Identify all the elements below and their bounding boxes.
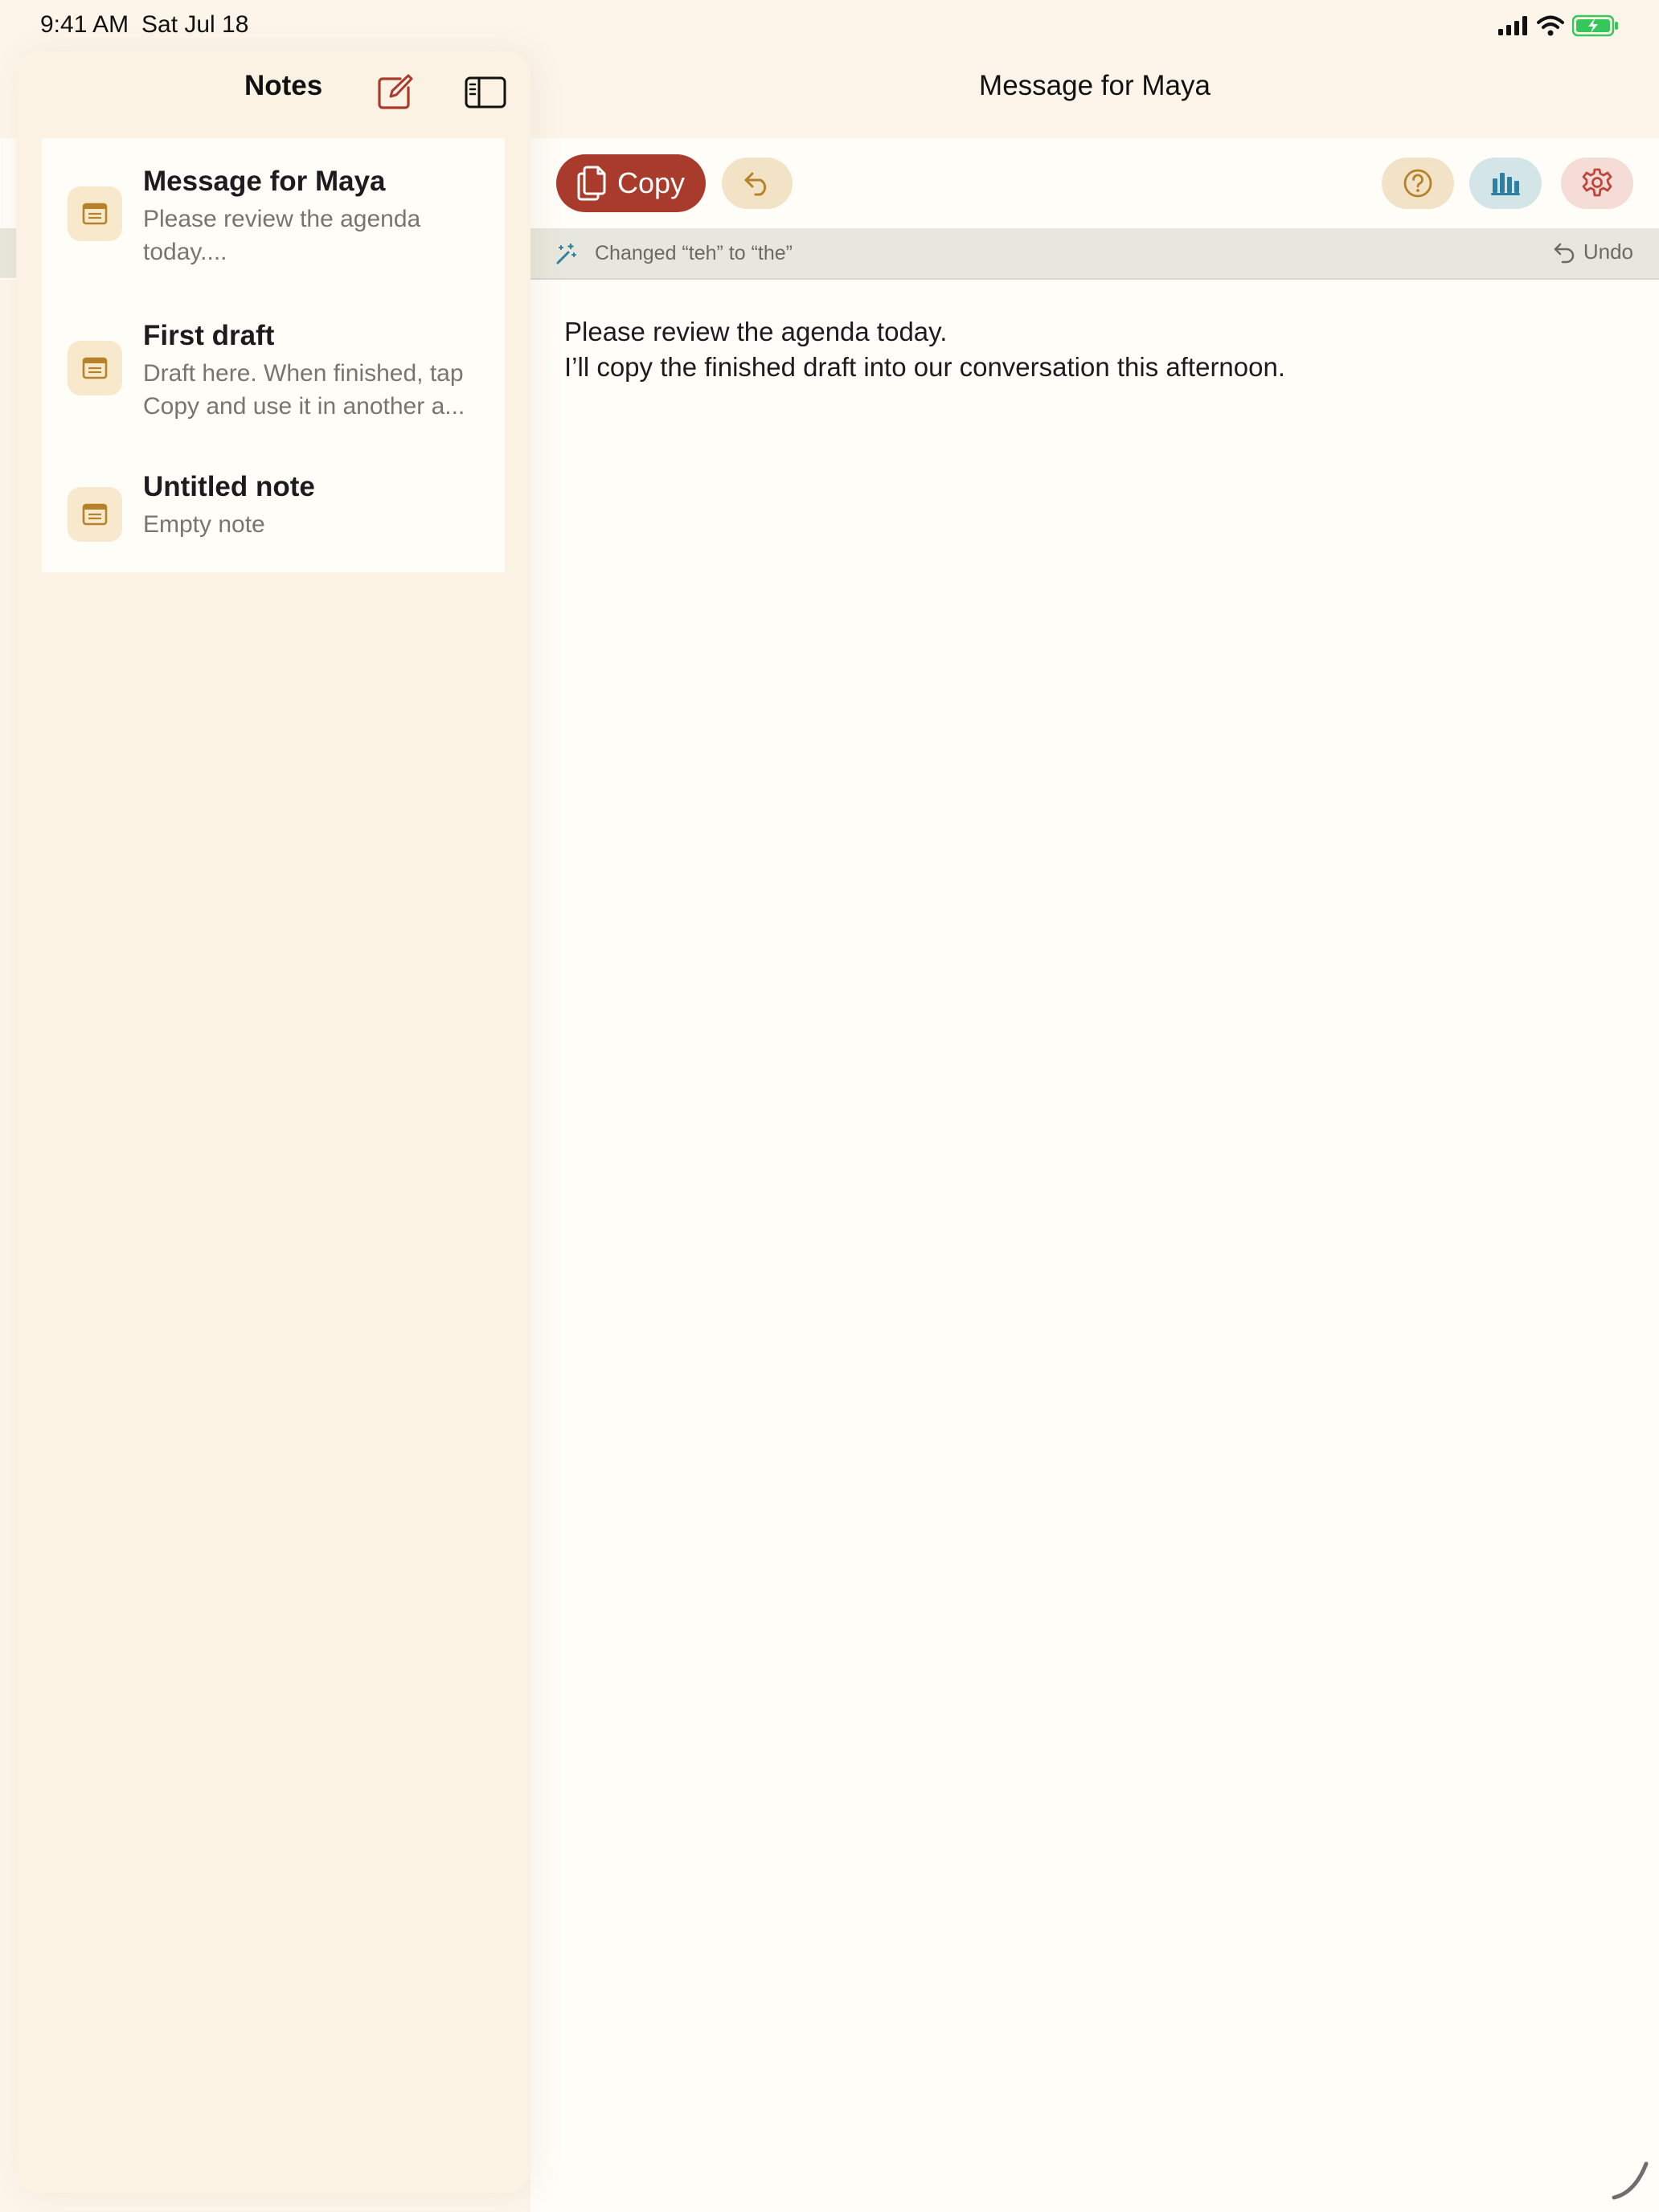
sidebar-title: Notes: [244, 70, 323, 101]
undo-button[interactable]: [722, 158, 793, 209]
note-list: Message for Maya Please review the agend…: [42, 138, 505, 572]
note-title: Message for Maya: [143, 166, 386, 197]
note-editor[interactable]: Please review the agenda today. I’ll cop…: [530, 280, 1659, 2212]
detail-header: Message for Maya: [530, 51, 1659, 138]
status-icons: [1498, 14, 1619, 37]
settings-button[interactable]: [1561, 158, 1633, 209]
bar-chart-icon: [1491, 173, 1520, 195]
editor-line: I’ll copy the finished draft into our co…: [564, 352, 1286, 382]
undo-arrow-icon: [1554, 243, 1575, 263]
magic-wand-icon: [556, 243, 576, 264]
statistics-button[interactable]: [1469, 158, 1542, 209]
undo-arrow-icon: [744, 172, 767, 196]
copy-button-label: Copy: [616, 166, 686, 199]
banner-undo-button[interactable]: Undo: [1553, 240, 1633, 264]
resize-handle-icon[interactable]: [1611, 2161, 1651, 2201]
autocorrect-banner: Changed “teh” to “the” Undo: [530, 228, 1659, 280]
note-doc-icon: [68, 341, 122, 395]
status-bar: 9:41 AM Sat Jul 18: [0, 0, 1659, 51]
copy-button[interactable]: Copy: [556, 154, 706, 212]
note-preview: Draft here. When finished, tap Copy and …: [143, 360, 465, 420]
status-date: Sat Jul 18: [141, 11, 249, 38]
question-circle-icon: [1403, 169, 1432, 198]
sidebar-header: Notes: [16, 51, 530, 138]
note-doc-icon: [68, 487, 122, 542]
help-button[interactable]: [1382, 158, 1454, 209]
editor-toolbar: Copy: [530, 138, 1659, 228]
gear-icon: [1582, 168, 1612, 197]
sidebar-icon: [465, 76, 506, 109]
note-title: Untitled note: [143, 471, 315, 502]
new-note-button[interactable]: [368, 66, 421, 119]
copy-doc-icon: [577, 166, 606, 201]
notes-sidebar: Notes Message for Maya Please review the…: [16, 51, 530, 2193]
note-preview: Please review the agenda today....: [143, 206, 421, 265]
detail-title: Message for Maya: [979, 70, 1210, 101]
status-time: 9:41 AM: [40, 11, 129, 38]
compose-icon: [378, 74, 413, 109]
note-title: First draft: [143, 320, 275, 351]
list-item[interactable]: First draft Draft here. When finished, t…: [42, 293, 505, 447]
wifi-icon: [1537, 15, 1564, 36]
list-item[interactable]: Untitled note Empty note: [42, 449, 505, 603]
battery-charging-icon: [1572, 14, 1618, 37]
list-item[interactable]: Message for Maya Please review the agend…: [42, 138, 505, 293]
note-preview: Empty note: [143, 511, 265, 538]
cellular-signal-icon: [1498, 16, 1527, 35]
autocorrect-message: Changed “teh” to “the”: [595, 242, 793, 264]
note-doc-icon: [68, 186, 122, 241]
sidebar-toggle-button[interactable]: [457, 66, 514, 119]
banner-undo-label: Undo: [1583, 240, 1633, 264]
editor-line: Please review the agenda today.: [564, 317, 948, 346]
